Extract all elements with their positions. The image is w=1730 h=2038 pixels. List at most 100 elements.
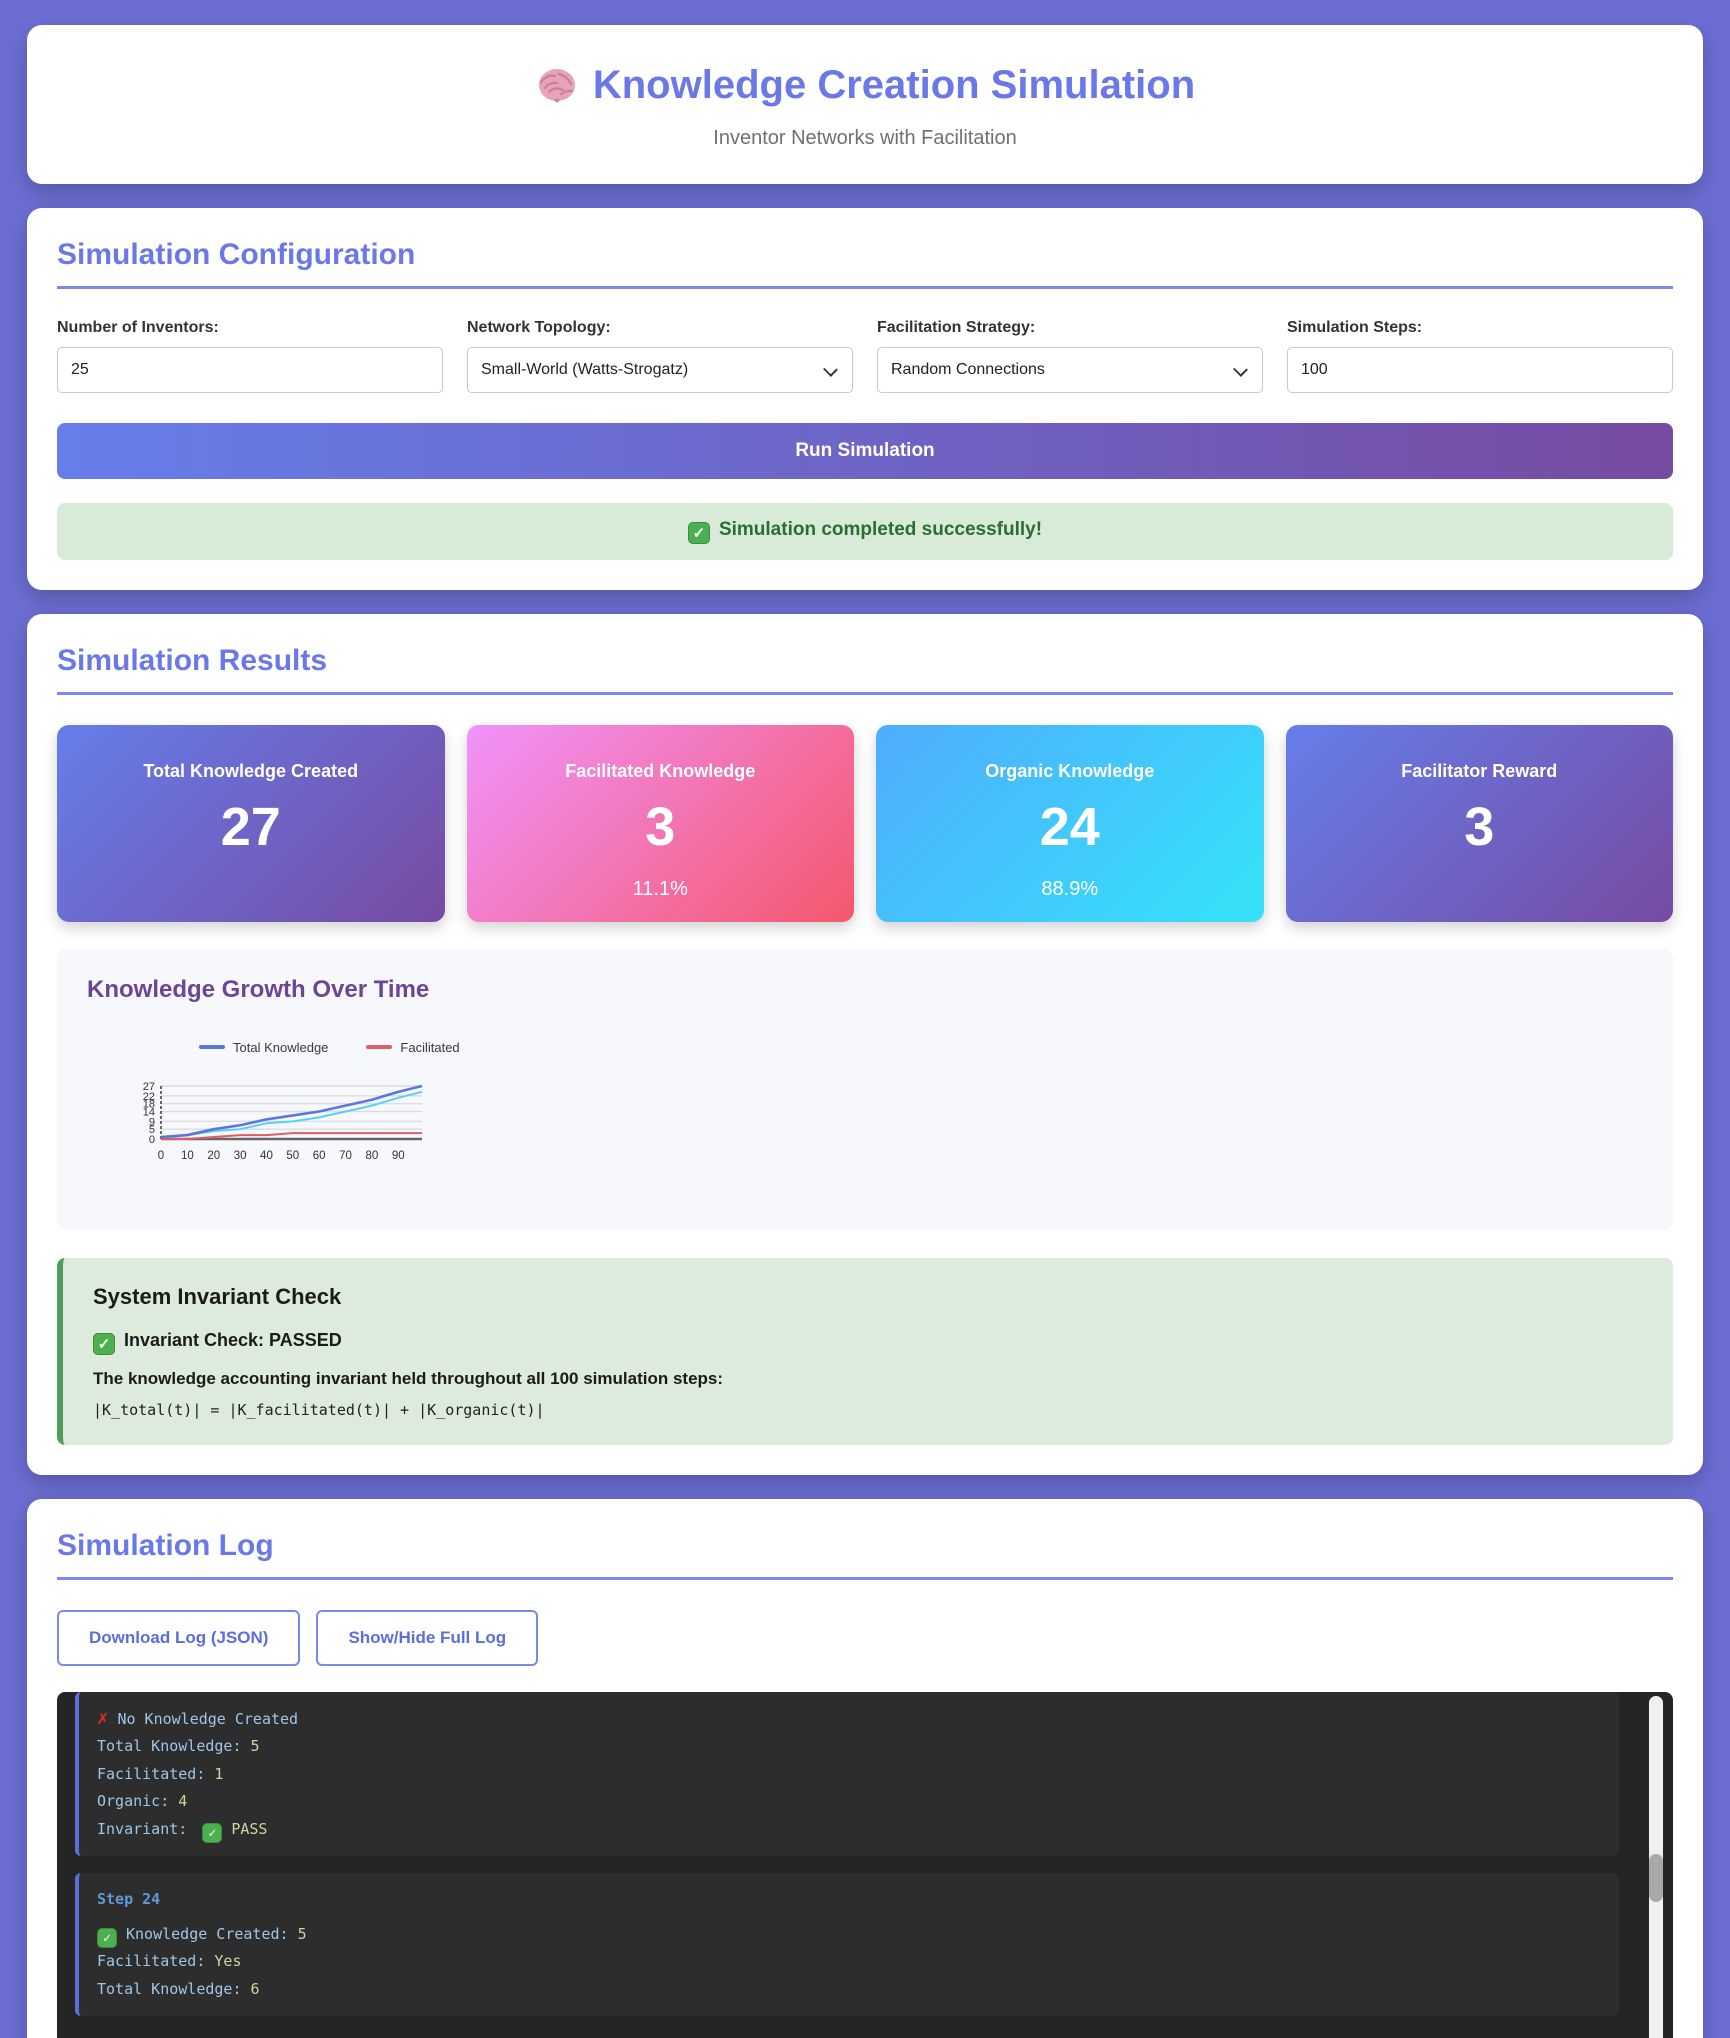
log-scrollbar-thumb[interactable] [1649, 1853, 1663, 1902]
page-title: Knowledge Creation Simulation [535, 63, 1195, 108]
log-line: Facilitated: Yes [97, 1948, 1601, 1976]
legend-line-swatch [199, 1045, 225, 1049]
svg-text:90: 90 [392, 1150, 405, 1162]
chevron-down-icon [1233, 361, 1248, 377]
log-value: Yes [214, 1952, 242, 1970]
steps-label: Simulation Steps: [1287, 318, 1423, 336]
inventors-label: Number of Inventors: [57, 318, 219, 336]
knowledge-growth-line-chart: 059141822270 10 20 30 40 50 60 70 80 90 [143, 1081, 423, 1162]
results-heading: Simulation Results [57, 644, 1673, 695]
brain-icon [538, 68, 575, 102]
stat-total-knowledge: Total Knowledge Created 27 [57, 724, 445, 922]
stat-facilitator-reward: Facilitator Reward 3 [1285, 724, 1673, 922]
field-facilitation-strategy: Facilitation Strategy: Random Connection… [877, 319, 1263, 393]
stat-label: Facilitator Reward [1401, 760, 1558, 781]
svg-text:40: 40 [260, 1150, 273, 1162]
configuration-card: Simulation Configuration Number of Inven… [27, 207, 1703, 590]
log-scroll-container[interactable]: No Knowledge Created Total Knowledge: 5 … [57, 1691, 1673, 2038]
stat-organic-knowledge: Organic Knowledge 24 88.9% [876, 724, 1264, 922]
log-value: 6 [250, 1979, 260, 1998]
svg-text:80: 80 [366, 1150, 379, 1162]
download-log-button[interactable]: Download Log (JSON) [57, 1609, 301, 1666]
legend-line-swatch [366, 1045, 393, 1049]
check-icon [93, 1332, 115, 1355]
log-key: Total Knowledge: [97, 1979, 242, 1998]
log-text: No Knowledge Created [117, 1709, 299, 1728]
topology-label: Network Topology: [467, 318, 611, 336]
log-line: Invariant: PASS [97, 1816, 1601, 1844]
page-title-text: Knowledge Creation Simulation [592, 63, 1196, 107]
page-subtitle: Inventor Networks with Facilitation [713, 126, 1017, 149]
svg-text:27: 27 [143, 1081, 155, 1093]
log-heading: Simulation Log [57, 1529, 1673, 1580]
status-banner: Simulation completed successfully! [57, 502, 1673, 560]
svg-text:50: 50 [286, 1150, 299, 1162]
simulation-log-card: Simulation Log Download Log (JSON) Show/… [27, 1498, 1703, 2038]
log-line: Knowledge Created: 5 [97, 1921, 1601, 1949]
log-key: Invariant: [97, 1819, 188, 1838]
cross-icon [97, 1707, 108, 1729]
invariant-status-text: Invariant Check: PASSED [124, 1329, 342, 1350]
stat-percent: 88.9% [1041, 877, 1099, 900]
inventors-input[interactable] [57, 346, 443, 393]
log-line: Total Knowledge: 5 [97, 1733, 1601, 1761]
legend-total-knowledge: Total Knowledge [199, 1040, 328, 1055]
svg-text:0: 0 [158, 1150, 164, 1162]
log-key: Organic: [97, 1792, 170, 1810]
check-icon [97, 1927, 117, 1948]
field-network-topology: Network Topology: Small-World (Watts-Str… [467, 319, 853, 393]
topology-selected-value: Small-World (Watts-Strogatz) [481, 360, 689, 378]
svg-text:70: 70 [339, 1150, 352, 1162]
svg-text:10: 10 [181, 1150, 194, 1162]
log-key: Facilitated: [97, 1952, 206, 1970]
topology-select[interactable]: Small-World (Watts-Strogatz) [467, 346, 853, 393]
log-key: Knowledge Created: [126, 1924, 289, 1943]
configuration-grid: Number of Inventors: Network Topology: S… [57, 319, 1673, 393]
log-line: Total Knowledge: 6 [97, 1976, 1601, 2004]
stat-value: 3 [645, 796, 676, 857]
log-scrollbar-track[interactable] [1649, 1695, 1663, 2038]
stat-facilitated-knowledge: Facilitated Knowledge 3 11.1% [466, 724, 854, 922]
invariant-check-box: System Invariant Check Invariant Check: … [57, 1257, 1673, 1445]
field-simulation-steps: Simulation Steps: [1287, 319, 1673, 393]
results-card: Simulation Results Total Knowledge Creat… [27, 613, 1703, 1475]
invariant-heading: System Invariant Check [93, 1283, 342, 1309]
configuration-heading: Simulation Configuration [57, 238, 1673, 289]
toggle-log-button[interactable]: Show/Hide Full Log [316, 1609, 539, 1666]
stat-value: 3 [1464, 796, 1495, 857]
log-buttons-row: Download Log (JSON) Show/Hide Full Log [57, 1609, 1673, 1666]
log-entry: Step 24 Knowledge Created: 5 Facilitated… [75, 1873, 1619, 2016]
status-message: Simulation completed successfully! [718, 518, 1043, 540]
log-line: No Knowledge Created [97, 1705, 1601, 1734]
log-step-header: Step 24 [97, 1890, 161, 1908]
svg-text:60: 60 [313, 1150, 326, 1162]
invariant-status: Invariant Check: PASSED [93, 1330, 1643, 1355]
field-number-of-inventors: Number of Inventors: [57, 319, 443, 393]
log-key: Total Knowledge: [97, 1737, 242, 1755]
stat-value: 24 [1039, 796, 1100, 857]
strategy-select[interactable]: Random Connections [877, 346, 1263, 393]
log-value: 5 [250, 1737, 260, 1755]
log-entry: No Knowledge Created Total Knowledge: 5 … [75, 1691, 1619, 1856]
stat-label: Total Knowledge Created [143, 760, 359, 781]
chart-title: Knowledge Growth Over Time [87, 975, 430, 1003]
check-icon [687, 521, 710, 544]
log-line: Facilitated: 1 [97, 1761, 1601, 1789]
legend-label: Facilitated [400, 1039, 460, 1055]
check-icon [202, 1822, 223, 1843]
stat-value: 27 [220, 796, 281, 857]
svg-text:30: 30 [234, 1150, 247, 1162]
stat-label: Organic Knowledge [985, 760, 1155, 781]
steps-input[interactable] [1287, 346, 1673, 393]
knowledge-growth-chart-panel: Knowledge Growth Over Time Total Knowled… [57, 947, 1673, 1230]
invariant-formula: |K_total(t)| = |K_facilitated(t)| + |K_o… [93, 1400, 545, 1419]
log-value: 1 [214, 1764, 224, 1783]
run-simulation-button[interactable]: Run Simulation [57, 422, 1673, 479]
legend-facilitated: Facilitated [366, 1039, 460, 1055]
chevron-down-icon [823, 361, 838, 377]
chart-legend: Total Knowledge Facilitated [199, 1040, 1643, 1055]
stat-percent: 11.1% [632, 877, 688, 900]
strategy-selected-value: Random Connections [891, 360, 1045, 378]
log-line: Organic: 4 [97, 1788, 1601, 1816]
legend-label: Total Knowledge [233, 1039, 329, 1055]
